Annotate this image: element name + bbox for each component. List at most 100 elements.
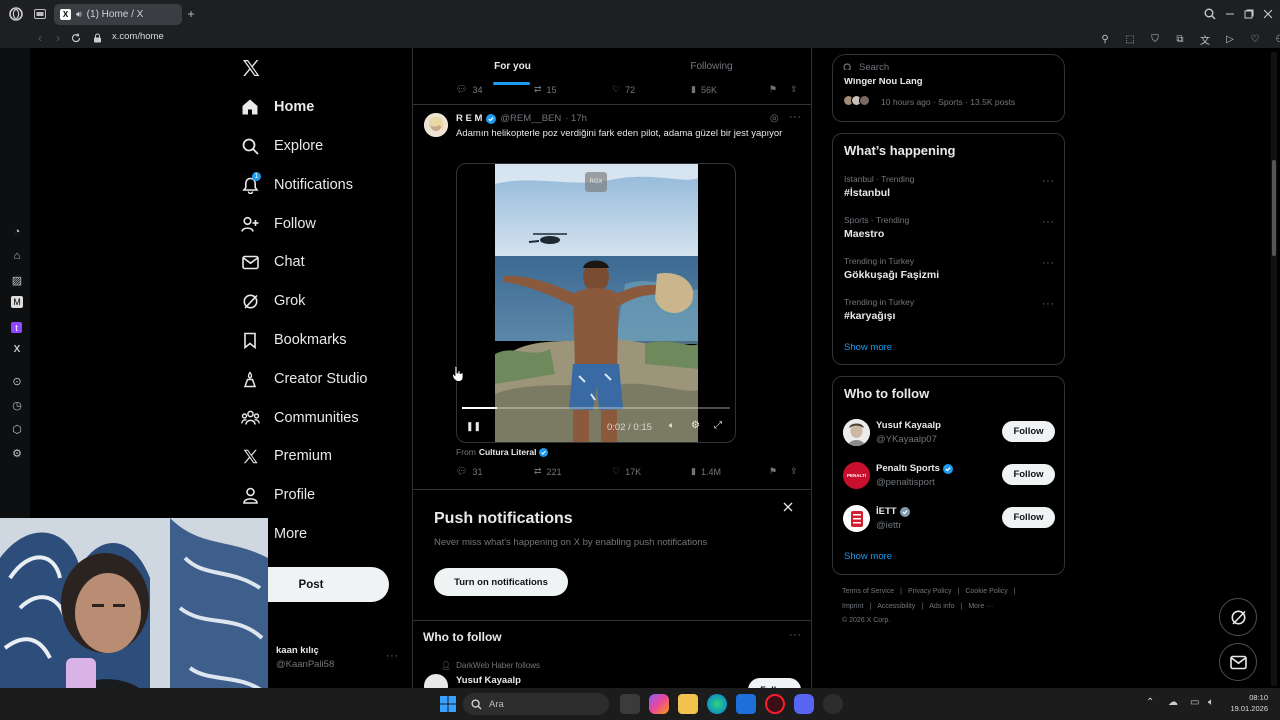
follow-button[interactable]: Follow: [1002, 507, 1055, 528]
opera-gx-icon[interactable]: [765, 694, 785, 714]
account-switcher[interactable]: kaan kılıç @KaanPali58 ···: [276, 645, 401, 670]
aria-icon[interactable]: ⌂: [9, 248, 25, 264]
video-player[interactable]: RGX ❚❚ 0:02 / 0:15 🔈︎ ⚙ ⤢: [456, 163, 736, 443]
url-field[interactable]: x.com/home: [112, 31, 164, 42]
discord-icon[interactable]: [794, 694, 814, 714]
extension-icon[interactable]: ⧉: [1172, 31, 1188, 47]
nav-profile[interactable]: Profile: [240, 481, 315, 509]
close-window-icon[interactable]: [1260, 6, 1276, 22]
edge-icon[interactable]: [707, 694, 727, 714]
turn-on-notifications-button[interactable]: Turn on notifications: [434, 568, 568, 596]
views-action[interactable]: ▮ 56K: [691, 84, 717, 95]
trend-more-icon[interactable]: ···: [1042, 216, 1055, 228]
video-progress-track[interactable]: [462, 407, 730, 409]
video-settings-icon[interactable]: ⚙: [691, 420, 700, 431]
extensions-sidebar-icon[interactable]: ⬡: [9, 421, 25, 437]
post-time[interactable]: · 17h: [565, 113, 587, 124]
task-view-icon[interactable]: [620, 694, 640, 714]
suggested-name[interactable]: Yusuf Kayaalp: [456, 675, 521, 686]
x-logo-icon[interactable]: [241, 58, 261, 78]
network-icon[interactable]: ▭: [1190, 697, 1199, 708]
share-action[interactable]: ⇪: [790, 84, 798, 95]
mail-app-icon[interactable]: M: [11, 296, 23, 308]
taskbar-search-input[interactable]: Ara: [489, 699, 504, 710]
footer-link[interactable]: Terms of Service: [842, 588, 894, 595]
tab-islands-icon[interactable]: [32, 6, 48, 22]
tweet[interactable]: R E M @REM__BEN · 17h ◎ ··· Adamın helik…: [413, 105, 811, 489]
trend-item[interactable]: Istanbul · Trending #İstanbul ···: [833, 169, 1064, 207]
nav-grok[interactable]: Grok: [240, 287, 305, 315]
messages-float-button[interactable]: [1219, 643, 1257, 681]
nav-communities[interactable]: Communities: [240, 404, 359, 432]
snapshot-icon[interactable]: ⬚: [1122, 31, 1138, 47]
reply-action[interactable]: 💬︎ 34: [456, 84, 482, 95]
close-icon[interactable]: [783, 502, 793, 512]
nav-home[interactable]: Home: [240, 93, 314, 121]
twitch-icon[interactable]: t: [11, 322, 22, 333]
follow-suggestion[interactable]: Yusuf Kayaalp @YKayaalp07 Follow: [833, 415, 1064, 455]
search-tabs-icon[interactable]: [1202, 6, 1218, 22]
trend-more-icon[interactable]: ···: [1042, 298, 1055, 310]
account-more-icon[interactable]: ···: [386, 650, 399, 662]
profile-icon[interactable]: ⚇: [1272, 31, 1280, 47]
reload-icon[interactable]: [68, 30, 84, 46]
footer-link[interactable]: Imprint: [842, 603, 863, 610]
author-name[interactable]: R E M: [456, 113, 482, 124]
avatar[interactable]: [843, 419, 870, 446]
trend-item[interactable]: Trending in Turkey #karyağışı ···: [833, 292, 1064, 330]
footer-link[interactable]: Ads info: [929, 603, 954, 610]
x-app-icon[interactable]: X: [9, 341, 25, 357]
section-more-icon[interactable]: ···: [789, 629, 802, 641]
speaker-icon[interactable]: 🔊︎: [76, 9, 82, 20]
play-icon[interactable]: ▷: [1222, 31, 1238, 47]
tab-for-you[interactable]: For you: [413, 48, 612, 85]
file-explorer-icon[interactable]: [678, 694, 698, 714]
pin-icon[interactable]: ⚲: [1097, 31, 1113, 47]
footer-link[interactable]: More ···: [968, 603, 993, 610]
taskbar-clock[interactable]: 08:10 19.01.2026: [1226, 693, 1268, 713]
heart-icon[interactable]: ♡: [1247, 31, 1263, 47]
onedrive-icon[interactable]: ☁: [1168, 697, 1178, 708]
workspace-icon[interactable]: ▨: [9, 272, 25, 288]
opera-logo-icon[interactable]: [8, 6, 24, 22]
history-icon[interactable]: ◷: [9, 397, 25, 413]
browser-tab[interactable]: X 🔊︎ (1) Home / X: [54, 4, 182, 25]
footer-link[interactable]: Privacy Policy: [908, 588, 952, 595]
share-action[interactable]: ⇪: [790, 466, 798, 477]
author-handle[interactable]: @REM__BEN: [500, 113, 561, 124]
repost-action[interactable]: ⇄ 15: [534, 84, 557, 95]
back-icon[interactable]: ‹: [32, 30, 48, 46]
nav-creator-studio[interactable]: Creator Studio: [240, 365, 368, 393]
copilot-icon[interactable]: [649, 694, 669, 714]
volume-icon[interactable]: 🔈︎: [669, 420, 674, 431]
follow-suggestion[interactable]: İETT @iettr Follow: [833, 501, 1064, 541]
volume-icon[interactable]: 🔈︎: [1208, 697, 1214, 708]
trend-more-icon[interactable]: ···: [1042, 257, 1055, 269]
tray-expand-icon[interactable]: ⌃: [1146, 697, 1154, 708]
trend-more-icon[interactable]: ···: [1042, 175, 1055, 187]
footer-link[interactable]: Cookie Policy: [965, 588, 1007, 595]
nav-follow[interactable]: Follow: [240, 210, 316, 238]
settings-icon[interactable]: ⚙: [9, 445, 25, 461]
like-action[interactable]: ♡ 17K: [612, 466, 641, 477]
translate-icon[interactable]: 文: [1197, 31, 1213, 47]
new-tab-plus-icon[interactable]: +: [183, 6, 199, 22]
grok-explain-icon[interactable]: ◎: [770, 113, 779, 124]
source-name[interactable]: Cultura Literal: [479, 447, 537, 457]
speed-dial-icon[interactable]: ◔: [9, 224, 25, 240]
reply-action[interactable]: 💬︎ 31: [456, 466, 482, 477]
fullscreen-icon[interactable]: ⤢: [714, 420, 722, 431]
follow-button[interactable]: Follow: [1002, 464, 1055, 485]
taskbar-search[interactable]: Ara: [463, 693, 609, 715]
show-more-link[interactable]: Show more: [844, 551, 892, 562]
page-scrollbar[interactable]: [1271, 52, 1277, 686]
forward-icon[interactable]: ›: [50, 30, 66, 46]
player-icon[interactable]: ⊙: [9, 373, 25, 389]
nav-premium[interactable]: Premium: [240, 442, 332, 470]
avatar[interactable]: [424, 113, 448, 137]
scrollbar-thumb[interactable]: [1272, 160, 1276, 256]
nav-bookmarks[interactable]: Bookmarks: [240, 326, 347, 354]
follow-button[interactable]: Follow: [748, 678, 801, 688]
show-more-link[interactable]: Show more: [844, 342, 892, 353]
minimize-icon[interactable]: [1222, 6, 1238, 22]
